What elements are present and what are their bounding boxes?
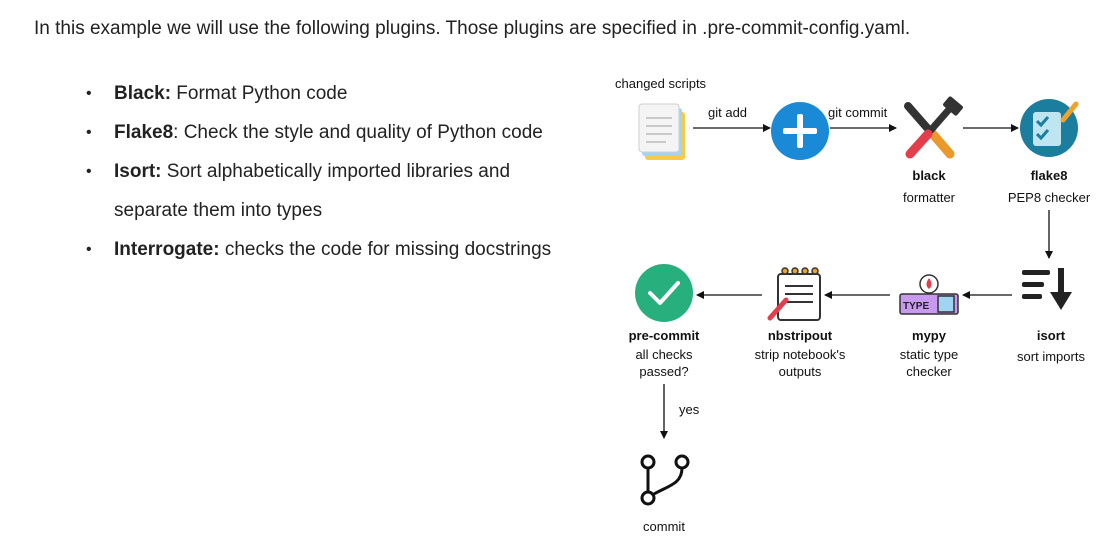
precommit-title: pre-commit [629, 328, 700, 343]
commit-label: commit [643, 519, 685, 534]
sort-icon [1022, 268, 1072, 310]
black-title: black [912, 168, 946, 183]
mypy-title: mypy [912, 328, 947, 343]
scripts-icon [638, 103, 685, 160]
type-badge-icon: TYPE [899, 274, 959, 315]
nbstripout-title: nbstripout [768, 328, 833, 343]
mypy-sub1: static type [900, 347, 959, 362]
tools-icon [904, 96, 963, 159]
isort-title: isort [1037, 328, 1066, 343]
flake8-sub: PEP8 checker [1008, 190, 1091, 205]
git-branch-icon [640, 454, 690, 506]
notebook-icon [767, 267, 821, 321]
plus-icon [771, 102, 829, 160]
isort-sub: sort imports [1017, 349, 1085, 364]
yes-label: yes [679, 402, 700, 417]
nbstripout-sub1: strip notebook's [755, 347, 846, 362]
pre-commit-diagram: changed scripts git add git commit black… [615, 76, 1091, 534]
nbstripout-sub2: outputs [779, 364, 822, 379]
type-badge-text: TYPE [903, 301, 929, 312]
git-add-label: git add [708, 105, 747, 120]
mypy-sub2: checker [906, 364, 952, 379]
precommit-sub1: all checks [635, 347, 693, 362]
black-sub: formatter [903, 190, 956, 205]
changed-scripts-label: changed scripts [615, 76, 707, 91]
flake8-title: flake8 [1031, 168, 1068, 183]
precommit-sub2: passed? [639, 364, 688, 379]
check-circle-icon [635, 264, 693, 322]
checklist-icon [1020, 99, 1079, 157]
git-commit-label: git commit [828, 105, 888, 120]
